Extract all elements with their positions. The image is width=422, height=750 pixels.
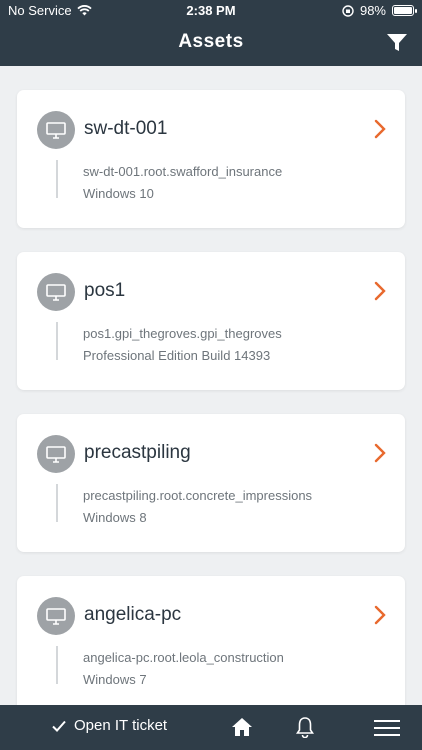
open-it-ticket-label: Open IT ticket: [74, 717, 168, 734]
asset-domain: angelica-pc.root.leola_construction: [83, 650, 284, 665]
asset-card[interactable]: sw-dt-001 sw-dt-001.root.swafford_insura…: [17, 90, 405, 228]
chevron-right-icon[interactable]: [373, 604, 387, 626]
detail-divider: [56, 160, 58, 198]
asset-domain: sw-dt-001.root.swafford_insurance: [83, 164, 283, 179]
asset-card[interactable]: pos1 pos1.gpi_thegroves.gpi_thegroves Pr…: [17, 252, 405, 390]
asset-card[interactable]: angelica-pc angelica-pc.root.leola_const…: [17, 576, 405, 705]
asset-avatar: [37, 597, 75, 635]
battery-icon: [392, 5, 417, 16]
asset-avatar: [37, 435, 75, 473]
asset-name: precastpiling: [84, 442, 191, 463]
asset-os: Windows 7: [83, 672, 147, 687]
asset-name: sw-dt-001: [84, 118, 168, 139]
desktop-icon: [46, 121, 66, 139]
page-title: Assets: [178, 31, 244, 52]
home-icon[interactable]: [231, 716, 253, 738]
battery-percent: 98%: [359, 3, 386, 18]
asset-domain: precastpiling.root.concrete_impressions: [83, 488, 313, 503]
bell-icon[interactable]: [296, 716, 314, 738]
detail-divider: [56, 484, 58, 522]
asset-os: Windows 8: [83, 510, 147, 525]
desktop-icon: [46, 445, 66, 463]
battery-level: [394, 7, 412, 14]
filter-icon[interactable]: [386, 33, 408, 53]
chevron-right-icon[interactable]: [373, 280, 387, 302]
app-header: No Service 2:38 PM 98% Assets: [0, 0, 422, 66]
checkmark-icon: [52, 720, 66, 732]
desktop-icon: [46, 283, 66, 301]
asset-os: Windows 10: [83, 186, 154, 201]
asset-avatar: [37, 111, 75, 149]
open-it-ticket-button[interactable]: Open IT ticket: [52, 717, 167, 734]
detail-divider: [56, 322, 58, 360]
asset-list: sw-dt-001 sw-dt-001.root.swafford_insura…: [0, 66, 422, 705]
asset-card[interactable]: precastpiling precastpiling.root.concret…: [17, 414, 405, 552]
orientation-lock-icon: [342, 4, 354, 17]
asset-domain: pos1.gpi_thegroves.gpi_thegroves: [83, 326, 282, 341]
status-right: 98%: [342, 3, 417, 18]
chevron-right-icon[interactable]: [373, 442, 387, 464]
asset-os: Professional Edition Build 14393: [83, 348, 271, 363]
asset-name: pos1: [84, 280, 126, 301]
hamburger-menu-icon[interactable]: [374, 719, 400, 737]
desktop-icon: [46, 607, 66, 625]
asset-name: angelica-pc: [84, 604, 182, 625]
detail-divider: [56, 646, 58, 684]
asset-avatar: [37, 273, 75, 311]
status-bar: No Service 2:38 PM 98%: [0, 0, 422, 22]
bottom-toolbar: Open IT ticket: [0, 705, 422, 750]
chevron-right-icon[interactable]: [373, 118, 387, 140]
